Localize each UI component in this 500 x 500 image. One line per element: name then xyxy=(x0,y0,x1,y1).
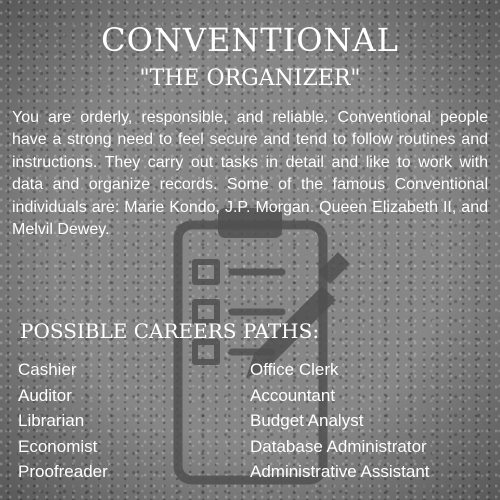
infographic-card: CONVENTIONAL "THE ORGANIZER" You are ord… xyxy=(0,0,500,500)
career-item: Database Administrator xyxy=(250,436,427,456)
career-item: Budget Analyst xyxy=(250,411,364,430)
career-item: Accountant xyxy=(250,385,336,405)
career-list-right: Office Clerk Accountant Budget Analyst D… xyxy=(250,357,430,485)
subtitle: "THE ORGANIZER" xyxy=(139,66,361,91)
career-list-left: Cashier Auditor Librarian Economist Proo… xyxy=(18,357,108,485)
career-item: Librarian xyxy=(18,411,85,430)
careers-heading: POSSIBLE CAREERS PATHS: xyxy=(20,319,320,343)
description: You are orderly, responsible, and reliab… xyxy=(12,109,488,239)
career-item: Cashier xyxy=(18,360,77,379)
career-item: Economist xyxy=(18,436,98,456)
career-item: Administrative Assistant xyxy=(250,462,430,481)
title: CONVENTIONAL xyxy=(101,21,399,59)
career-item: Auditor xyxy=(18,385,72,405)
career-item: Proofreader xyxy=(18,462,108,481)
career-item: Office Clerk xyxy=(250,360,339,379)
